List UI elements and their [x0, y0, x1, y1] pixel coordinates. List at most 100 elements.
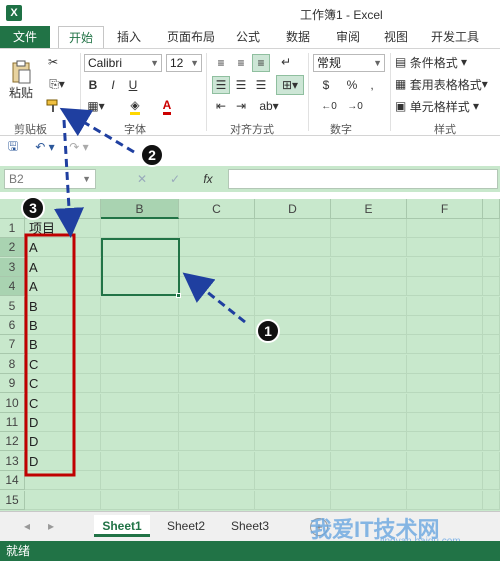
font-color-button[interactable]: A	[154, 97, 180, 115]
grid-cell[interactable]	[483, 374, 500, 394]
grid-cell[interactable]	[407, 490, 483, 510]
confirm-entry-button[interactable]: ✓	[165, 170, 185, 188]
grid-cell[interactable]	[255, 257, 331, 277]
decrease-decimal-button[interactable]: →0	[344, 97, 366, 115]
row-header[interactable]: 2	[0, 238, 25, 258]
row-header[interactable]: 1	[0, 219, 25, 238]
cut-button[interactable]: ✂	[44, 53, 62, 71]
grid-cell[interactable]	[483, 219, 500, 238]
grid-cell[interactable]	[101, 490, 179, 510]
row-header[interactable]: 3	[0, 257, 25, 277]
tab-formulas[interactable]: 公式	[230, 26, 266, 48]
grid-cell[interactable]	[255, 335, 331, 355]
orientation-button[interactable]: ab▾	[256, 97, 282, 115]
grid-cell[interactable]	[255, 451, 331, 471]
grid-cell[interactable]	[331, 451, 407, 471]
column-header-d[interactable]: D	[255, 199, 331, 219]
grid-cell[interactable]	[255, 432, 331, 452]
grid-cell[interactable]	[483, 238, 500, 258]
row-header[interactable]: 7	[0, 335, 25, 355]
row-header[interactable]: 14	[0, 471, 25, 491]
grid-cell[interactable]	[179, 219, 255, 238]
cancel-entry-button[interactable]: ✕	[132, 170, 152, 188]
row-header[interactable]: 4	[0, 277, 25, 297]
column-header-a[interactable]	[25, 199, 101, 219]
grid-cell[interactable]	[255, 219, 331, 238]
merge-center-button[interactable]: ⊞▾	[276, 75, 304, 95]
grid-cell[interactable]	[483, 257, 500, 277]
tab-file[interactable]: 文件	[0, 26, 50, 48]
grid-cell[interactable]	[483, 451, 500, 471]
fill-handle[interactable]	[176, 293, 181, 298]
grid-cell[interactable]	[101, 374, 179, 394]
row-header[interactable]: 13	[0, 451, 25, 471]
grid-cell[interactable]	[331, 238, 407, 258]
grid-cell[interactable]	[483, 413, 500, 432]
grid-cell[interactable]	[483, 471, 500, 491]
row-header[interactable]: 8	[0, 354, 25, 374]
grid-cell[interactable]	[331, 374, 407, 394]
format-as-table-button[interactable]: ▦ 套用表格格式 ▾	[394, 75, 498, 93]
column-header-f[interactable]: F	[407, 199, 483, 219]
align-middle-button[interactable]: ≡	[232, 54, 250, 72]
grid-cell[interactable]	[255, 374, 331, 394]
row-header[interactable]: 12	[0, 432, 25, 452]
conditional-format-button[interactable]: ▤ 条件格式 ▾	[394, 53, 494, 71]
redo-button[interactable]: ↷ ▾	[64, 138, 94, 156]
number-format-select[interactable]: 常规 ▼	[313, 54, 385, 72]
grid-cell[interactable]	[255, 413, 331, 432]
grid-cell[interactable]	[331, 490, 407, 510]
grid-cell[interactable]	[407, 238, 483, 258]
tab-page-layout[interactable]: 页面布局	[160, 26, 222, 48]
grid-cell[interactable]	[483, 432, 500, 452]
insert-function-button[interactable]: fx	[198, 170, 218, 188]
format-painter-button[interactable]	[44, 97, 62, 115]
align-bottom-button[interactable]: ≡	[252, 54, 270, 72]
comma-button[interactable]: ,	[363, 76, 381, 94]
copy-button[interactable]: ⎘▾	[44, 75, 70, 93]
row-header[interactable]: 9	[0, 374, 25, 394]
font-name-select[interactable]: Calibri ▼	[84, 54, 162, 72]
borders-button[interactable]: ▦▾	[84, 97, 108, 115]
font-size-select[interactable]: 12 ▼	[166, 54, 202, 72]
increase-decimal-button[interactable]: ←0	[318, 97, 340, 115]
grid-cell[interactable]	[331, 316, 407, 335]
grid-cell[interactable]	[179, 296, 255, 316]
cell-a[interactable]	[25, 471, 101, 491]
grid-cell[interactable]	[255, 471, 331, 491]
grid-cell[interactable]	[407, 296, 483, 316]
row-header[interactable]: 15	[0, 490, 25, 510]
cell-a[interactable]: A	[25, 238, 101, 258]
cell-a[interactable]: D	[25, 451, 101, 471]
grid-cell[interactable]	[407, 471, 483, 491]
grid-cell[interactable]	[255, 238, 331, 258]
grid-cell[interactable]	[179, 277, 255, 297]
cell-a[interactable]: B	[25, 316, 101, 335]
grid-cell[interactable]	[101, 316, 179, 335]
cell-a[interactable]: 项目	[25, 219, 101, 238]
select-all-corner[interactable]	[0, 199, 25, 219]
bold-button[interactable]: B	[84, 76, 102, 94]
grid-cell[interactable]	[331, 296, 407, 316]
row-header[interactable]: 5	[0, 296, 25, 316]
tab-insert[interactable]: 插入	[110, 26, 148, 48]
row-header[interactable]: 6	[0, 316, 25, 335]
grid-cell[interactable]	[407, 413, 483, 432]
fill-color-button[interactable]: ◈	[122, 97, 148, 115]
column-header-g[interactable]	[483, 199, 500, 219]
grid-cell[interactable]	[101, 335, 179, 355]
paste-button[interactable]: 粘贴	[6, 55, 36, 105]
row-header[interactable]: 11	[0, 413, 25, 432]
cell-a[interactable]: D	[25, 432, 101, 452]
grid-cell[interactable]	[101, 413, 179, 432]
grid-cell[interactable]	[331, 354, 407, 374]
sheet-tab-2[interactable]: Sheet2	[158, 515, 214, 537]
grid-cell[interactable]	[483, 296, 500, 316]
undo-button[interactable]: ↶ ▾	[30, 138, 60, 156]
grid-cell[interactable]	[179, 257, 255, 277]
align-left-button[interactable]: ☰	[212, 76, 230, 94]
grid-cell[interactable]	[101, 354, 179, 374]
italic-button[interactable]: I	[104, 76, 122, 94]
grid-cell[interactable]	[331, 277, 407, 297]
grid-cell[interactable]	[483, 335, 500, 355]
